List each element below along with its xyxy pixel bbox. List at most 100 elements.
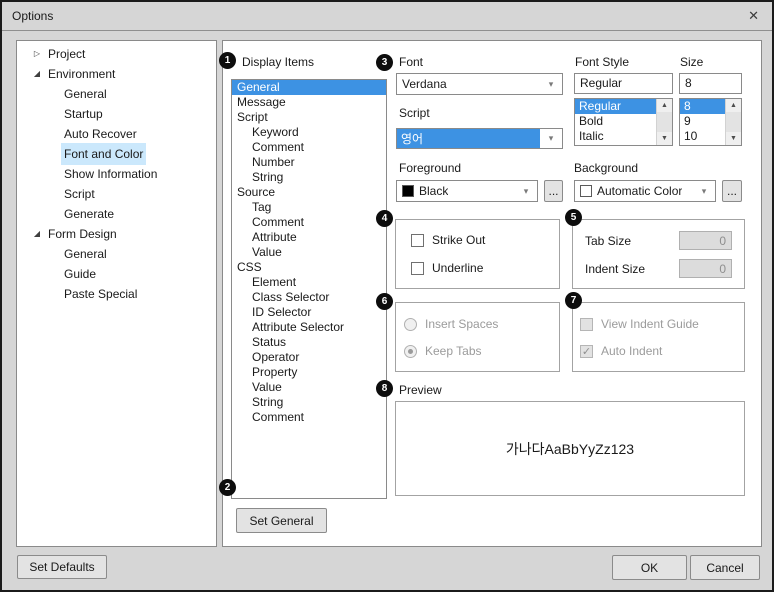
display-item-source-comment[interactable]: Comment — [232, 215, 386, 230]
set-general-button[interactable]: Set General — [236, 508, 327, 533]
scroll-down-icon[interactable]: ▼ — [657, 132, 672, 145]
step-badge-8: 8 — [376, 380, 393, 397]
step-badge-6: 6 — [376, 293, 393, 310]
font-combobox[interactable]: Verdana ▾ — [396, 73, 563, 95]
display-item-message[interactable]: Message — [232, 95, 386, 110]
ok-button[interactable]: OK — [612, 555, 687, 580]
auto-indent-checkbox[interactable]: ✓ — [580, 345, 593, 358]
display-item-css-element[interactable]: Element — [232, 275, 386, 290]
font-style-scrollbar[interactable]: ▲ ▼ — [656, 99, 672, 145]
size-option-10[interactable]: 10 — [680, 129, 725, 144]
scroll-down-icon[interactable]: ▼ — [726, 132, 741, 145]
insert-spaces-row[interactable]: Insert Spaces — [404, 317, 498, 331]
display-item-css-attribute-selector[interactable]: Attribute Selector — [232, 320, 386, 335]
close-icon[interactable]: ✕ — [745, 8, 762, 24]
font-style-list[interactable]: Regular Bold Italic ▲ ▼ — [574, 98, 673, 146]
tab-size-label: Tab Size — [585, 234, 631, 248]
display-item-general[interactable]: General — [232, 80, 386, 95]
tab-settings-group: Tab Size Indent Size — [572, 219, 745, 289]
collapsed-triangle-icon[interactable]: ▷ — [29, 44, 45, 64]
background-color-swatch — [580, 185, 592, 197]
title-bar[interactable]: Options ✕ — [2, 2, 772, 31]
size-list[interactable]: 8 9 10 ▲ ▼ — [679, 98, 742, 146]
size-input[interactable]: 8 — [679, 73, 742, 94]
foreground-combobox[interactable]: Black ▾ — [396, 180, 538, 202]
expanded-triangle-icon[interactable]: ◢ — [29, 64, 45, 84]
keep-tabs-radio[interactable] — [404, 345, 417, 358]
display-items-list[interactable]: General Message Script Keyword Comment N… — [231, 79, 387, 499]
chevron-down-icon[interactable]: ▾ — [693, 186, 715, 197]
display-item-css-id-selector[interactable]: ID Selector — [232, 305, 386, 320]
preview-box: 가나다AaBbYyZz123 — [395, 401, 745, 496]
chevron-down-icon[interactable]: ▾ — [540, 79, 562, 90]
script-combobox[interactable]: 영어 ▾ — [396, 128, 563, 149]
display-item-css-comment[interactable]: Comment — [232, 410, 386, 425]
display-item-script-comment[interactable]: Comment — [232, 140, 386, 155]
tree-item-form-design-general[interactable]: General — [17, 244, 216, 264]
underline-row[interactable]: Underline — [411, 261, 483, 275]
tree-item-startup[interactable]: Startup — [17, 104, 216, 124]
display-item-source-value[interactable]: Value — [232, 245, 386, 260]
tab-size-input[interactable] — [679, 231, 732, 250]
background-label: Background — [574, 161, 638, 175]
strike-out-checkbox[interactable] — [411, 234, 424, 247]
font-style-option-regular[interactable]: Regular — [575, 99, 656, 114]
font-value: Verdana — [397, 77, 447, 91]
display-item-script[interactable]: Script — [232, 110, 386, 125]
scrollbar-thumb[interactable] — [726, 112, 741, 132]
view-indent-guide-row[interactable]: View Indent Guide — [580, 317, 699, 331]
scrollbar-thumb[interactable] — [657, 112, 672, 132]
strike-out-row[interactable]: Strike Out — [411, 233, 485, 247]
scroll-up-icon[interactable]: ▲ — [657, 99, 672, 112]
tree-item-auto-recover[interactable]: Auto Recover — [17, 124, 216, 144]
display-item-css-status[interactable]: Status — [232, 335, 386, 350]
tree-item-environment-general[interactable]: General — [17, 84, 216, 104]
tree-item-font-and-color[interactable]: Font and Color — [17, 144, 216, 164]
display-item-css-operator[interactable]: Operator — [232, 350, 386, 365]
background-combobox[interactable]: Automatic Color ▾ — [574, 180, 716, 202]
view-indent-guide-checkbox[interactable] — [580, 318, 593, 331]
step-badge-7: 7 — [565, 292, 582, 309]
auto-indent-row[interactable]: ✓ Auto Indent — [580, 344, 662, 358]
cancel-button[interactable]: Cancel — [690, 555, 760, 580]
font-style-input[interactable]: Regular — [574, 73, 673, 94]
display-item-source[interactable]: Source — [232, 185, 386, 200]
display-item-script-keyword[interactable]: Keyword — [232, 125, 386, 140]
foreground-more-button[interactable]: ... — [544, 180, 563, 202]
scroll-up-icon[interactable]: ▲ — [726, 99, 741, 112]
display-item-css-class-selector[interactable]: Class Selector — [232, 290, 386, 305]
display-item-css-string[interactable]: String — [232, 395, 386, 410]
chevron-down-icon[interactable]: ▾ — [540, 133, 562, 144]
category-tree[interactable]: ▷Project ◢Environment General Startup Au… — [16, 40, 217, 547]
display-item-css-value[interactable]: Value — [232, 380, 386, 395]
font-style-option-italic[interactable]: Italic — [575, 129, 656, 144]
tree-item-paste-special[interactable]: Paste Special — [17, 284, 216, 304]
underline-checkbox[interactable] — [411, 262, 424, 275]
tree-item-environment[interactable]: ◢Environment — [17, 64, 216, 84]
size-option-8[interactable]: 8 — [680, 99, 725, 114]
expanded-triangle-icon[interactable]: ◢ — [29, 224, 45, 244]
tree-item-project[interactable]: ▷Project — [17, 44, 216, 64]
keep-tabs-row[interactable]: Keep Tabs — [404, 344, 482, 358]
size-option-9[interactable]: 9 — [680, 114, 725, 129]
display-item-source-tag[interactable]: Tag — [232, 200, 386, 215]
tree-item-generate[interactable]: Generate — [17, 204, 216, 224]
display-item-script-string[interactable]: String — [232, 170, 386, 185]
display-item-source-attribute[interactable]: Attribute — [232, 230, 386, 245]
size-scrollbar[interactable]: ▲ ▼ — [725, 99, 741, 145]
indent-size-input[interactable] — [679, 259, 732, 278]
display-item-css-property[interactable]: Property — [232, 365, 386, 380]
tree-item-show-information[interactable]: Show Information — [17, 164, 216, 184]
display-item-css[interactable]: CSS — [232, 260, 386, 275]
tree-item-guide[interactable]: Guide — [17, 264, 216, 284]
tree-item-form-design[interactable]: ◢Form Design — [17, 224, 216, 244]
keep-tabs-label: Keep Tabs — [425, 344, 482, 358]
chevron-down-icon[interactable]: ▾ — [515, 186, 537, 197]
insert-spaces-radio[interactable] — [404, 318, 417, 331]
font-style-option-bold[interactable]: Bold — [575, 114, 656, 129]
underline-label: Underline — [432, 261, 483, 275]
tree-item-script[interactable]: Script — [17, 184, 216, 204]
display-item-script-number[interactable]: Number — [232, 155, 386, 170]
background-more-button[interactable]: ... — [722, 180, 742, 202]
set-defaults-button[interactable]: Set Defaults — [17, 555, 107, 579]
